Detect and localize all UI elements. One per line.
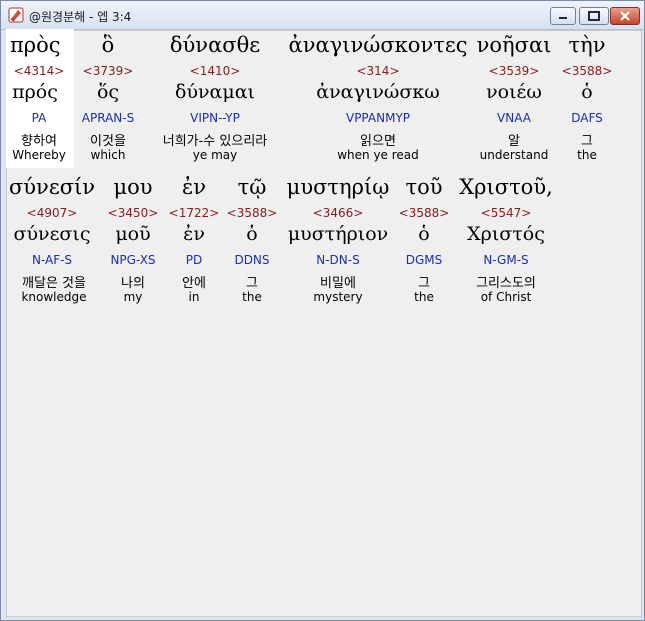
morphology-code[interactable]: DAFS (558, 111, 616, 125)
lemma: μυστήριον (287, 223, 389, 245)
greek-word: ὃ (101, 33, 115, 57)
strongs-number[interactable]: <3588> (396, 206, 452, 220)
strongs-number[interactable]: <3588> (558, 64, 616, 78)
morphology-code[interactable]: VIPN--YP (160, 111, 270, 125)
strongs-number[interactable]: <1722> (166, 206, 222, 220)
morphology-code[interactable]: APRAN-S (78, 111, 138, 125)
strongs-number[interactable]: <3539> (474, 64, 554, 78)
strongs-number[interactable]: <4314> (10, 64, 68, 78)
greek-word: τοῦ (405, 175, 443, 199)
english-gloss: understand (479, 148, 549, 162)
greek-word: πρὸς (10, 33, 61, 57)
maximize-icon (588, 11, 600, 21)
strongs-number[interactable]: <3466> (282, 206, 394, 220)
lemma: μοῦ (115, 223, 151, 245)
strongs-number[interactable]: <4907> (6, 206, 98, 220)
lemma: ὁ (581, 81, 593, 103)
strongs-number[interactable]: <5547> (454, 206, 558, 220)
greek-word: νοῆσαι (476, 33, 552, 57)
maximize-button[interactable] (579, 7, 609, 25)
morphology-code[interactable]: PA (10, 111, 68, 125)
korean-gloss: 그리스도의 (476, 276, 536, 291)
window-title: @원경분해 - 엡 3:4 (29, 10, 132, 24)
lemma: ἐν (183, 223, 205, 245)
lemma: σύνεσις (13, 223, 91, 245)
morphology-code[interactable]: VPPANMYP (288, 111, 468, 125)
english-gloss: when ye read (337, 148, 419, 162)
lemma: Χριστός (467, 223, 545, 245)
korean-gloss: 그 (581, 134, 593, 149)
english-gloss: the (242, 290, 262, 304)
strongs-number[interactable]: <3739> (78, 64, 138, 78)
greek-word: μου (113, 175, 153, 199)
korean-gloss: 깨달은 것을 (22, 276, 86, 291)
morphology-code[interactable]: PD (166, 253, 222, 267)
greek-word: ἐν (181, 175, 207, 199)
korean-gloss: 알 (508, 134, 520, 149)
english-gloss: knowledge (21, 290, 87, 304)
english-gloss: the (414, 290, 434, 304)
korean-gloss: 그 (418, 276, 430, 291)
korean-gloss: 이것을 (90, 134, 126, 149)
strongs-number[interactable]: <314> (288, 64, 468, 78)
greek-word: μυστηρίῳ (286, 175, 390, 199)
lemma: ὁ (418, 223, 430, 245)
morphology-code[interactable]: VNAA (474, 111, 554, 125)
english-gloss: ye may (192, 148, 238, 162)
title-bar[interactable]: @원경분해 - 엡 3:4 (1, 1, 644, 30)
greek-word: τὴν (568, 33, 606, 57)
morphology-code[interactable]: DGMS (396, 253, 452, 267)
english-gloss: the (577, 148, 597, 162)
lemma: νοιέω (486, 81, 542, 103)
strongs-number[interactable]: <3588> (224, 206, 280, 220)
korean-gloss: 나의 (121, 276, 145, 291)
morphology-code[interactable]: N-DN-S (282, 253, 394, 267)
morphology-code[interactable]: N-AF-S (6, 253, 98, 267)
greek-word: Χριστοῦ, (459, 175, 553, 199)
korean-gloss: 안에 (182, 276, 206, 291)
greek-word: ἀναγινώσκοντες (288, 33, 468, 57)
greek-word: τῷ (237, 175, 267, 199)
english-gloss: which (90, 148, 126, 162)
strongs-number[interactable]: <1410> (160, 64, 270, 78)
app-icon (8, 7, 24, 23)
korean-gloss: 비밀에 (320, 276, 356, 291)
morphology-code[interactable]: NPG-XS (104, 253, 162, 267)
english-gloss: mystery (313, 290, 363, 304)
minimize-icon (559, 17, 567, 19)
english-gloss: of Christ (480, 290, 532, 304)
lemma: ὅς (96, 81, 120, 103)
greek-word: σύνεσίν (8, 175, 96, 199)
english-gloss: my (123, 290, 143, 304)
korean-gloss: 너희가-수 있으리라 (162, 134, 268, 149)
close-button[interactable] (610, 7, 640, 25)
lemma: πρός (12, 81, 58, 103)
strongs-number[interactable]: <3450> (104, 206, 162, 220)
korean-gloss: 그 (246, 276, 258, 291)
english-gloss: in (188, 290, 200, 304)
lemma: ἀναγινώσκω (316, 81, 440, 103)
korean-gloss: 향하여 (21, 134, 57, 149)
lemma: ὁ (246, 223, 258, 245)
lemma: δύναμαι (175, 81, 255, 103)
morphology-code[interactable]: DDNS (224, 253, 280, 267)
morphology-code[interactable]: N-GM-S (454, 253, 558, 267)
english-gloss: Whereby (12, 148, 66, 162)
minimize-button[interactable] (550, 7, 576, 25)
close-icon (620, 11, 630, 21)
korean-gloss: 읽으면 (360, 134, 396, 149)
greek-word: δύνασθε (169, 33, 261, 57)
